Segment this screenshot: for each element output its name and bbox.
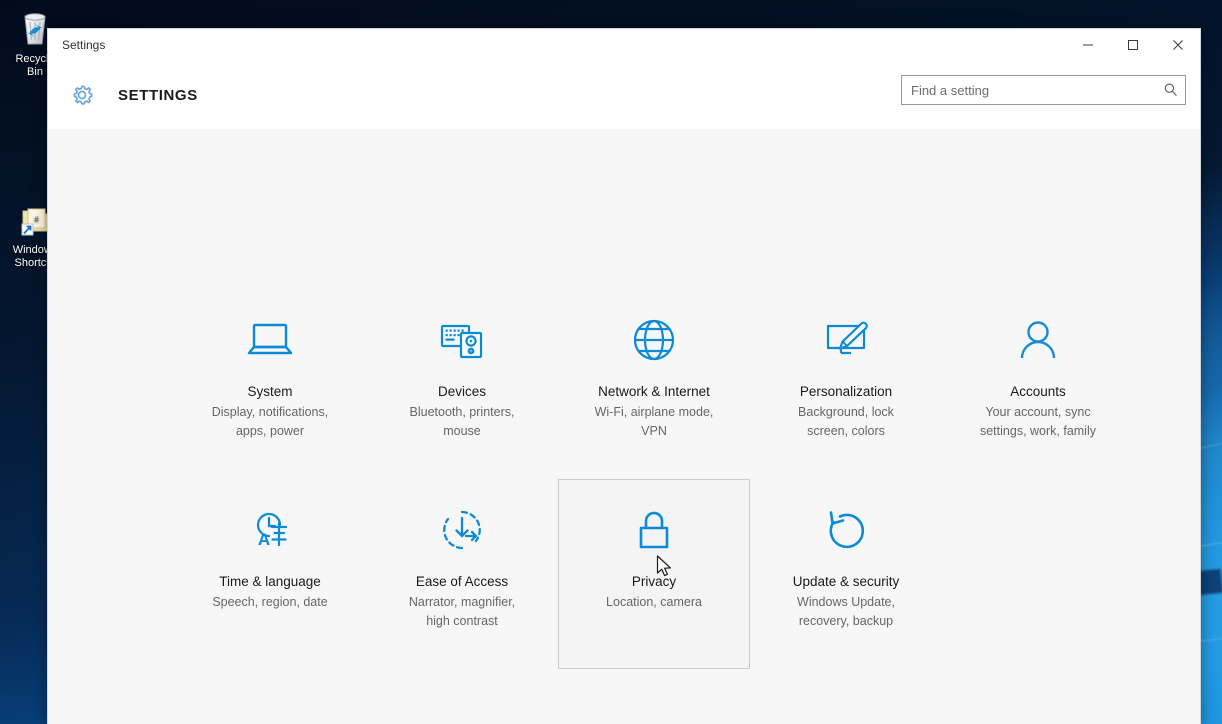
tile-title: Devices xyxy=(437,384,486,399)
window-titlebar[interactable]: Settings xyxy=(48,29,1200,61)
settings-tiles-area: System Display, notifications, apps, pow… xyxy=(48,129,1200,669)
tile-description: Your account, sync settings, work, famil… xyxy=(979,405,1096,438)
gear-icon xyxy=(60,81,104,109)
tile-update-security[interactable]: Update & security Windows Update, recove… xyxy=(750,479,942,669)
clock-arrow-icon xyxy=(433,502,491,560)
svg-text:A: A xyxy=(258,530,270,549)
tile-description: Location, camera xyxy=(606,595,702,609)
tile-description: Display, notifications, apps, power xyxy=(211,405,329,438)
tile-title: Update & security xyxy=(792,574,900,589)
window-controls xyxy=(1065,29,1200,61)
refresh-icon xyxy=(817,502,875,560)
clock-language-icon: A xyxy=(241,502,299,560)
maximize-icon xyxy=(1127,39,1139,51)
search-icon[interactable] xyxy=(1157,82,1185,98)
settings-window: Settings SETTINGS Find a setting System … xyxy=(47,28,1201,724)
window-title: Settings xyxy=(62,38,106,52)
settings-header: SETTINGS xyxy=(48,61,1200,129)
tile-system[interactable]: System Display, notifications, apps, pow… xyxy=(174,289,366,479)
tile-title: Personalization xyxy=(799,384,893,399)
tile-time-language[interactable]: A Time & language Speech, region, date xyxy=(174,479,366,669)
tile-row-1: System Display, notifications, apps, pow… xyxy=(48,289,1200,479)
monitor-brush-icon xyxy=(817,312,875,370)
tile-description: Background, lock screen, colors xyxy=(798,405,894,438)
desktop-screen: Recycle Bin # Windows Shortcut Settings xyxy=(0,0,1222,724)
tile-description: Bluetooth, printers, mouse xyxy=(409,405,515,438)
lock-icon xyxy=(625,502,683,560)
tile-row-2: A Time & language Speech, region, date E… xyxy=(48,479,1200,669)
tile-title: Accounts xyxy=(1010,384,1066,399)
tile-title: Ease of Access xyxy=(415,574,509,589)
tile-privacy[interactable]: Privacy Location, camera xyxy=(558,479,750,669)
search-input[interactable] xyxy=(902,82,1157,98)
minimize-button[interactable] xyxy=(1065,29,1110,61)
tile-title: System xyxy=(247,384,293,399)
tile-description: Speech, region, date xyxy=(212,595,328,609)
tile-title: Privacy xyxy=(631,574,677,589)
page-title: SETTINGS xyxy=(118,86,198,104)
tile-accounts[interactable]: Accounts Your account, sync settings, wo… xyxy=(942,289,1134,479)
tile-description: Wi-Fi, airplane mode, VPN xyxy=(594,405,714,438)
tile-title: Network & Internet xyxy=(598,384,710,399)
tile-network-internet[interactable]: Network & Internet Wi-Fi, airplane mode,… xyxy=(558,289,750,479)
keyboard-speaker-icon xyxy=(433,312,491,370)
search-box[interactable] xyxy=(901,75,1186,105)
tile-description: Windows Update, recovery, backup xyxy=(797,595,895,628)
tile-devices[interactable]: Devices Bluetooth, printers, mouse xyxy=(366,289,558,479)
close-icon xyxy=(1172,39,1184,51)
tile-description: Narrator, magnifier, high contrast xyxy=(408,595,516,628)
laptop-icon xyxy=(241,312,299,370)
maximize-button[interactable] xyxy=(1110,29,1155,61)
close-button[interactable] xyxy=(1155,29,1200,61)
tile-ease-of-access[interactable]: Ease of Access Narrator, magnifier, high… xyxy=(366,479,558,669)
tile-title: Time & language xyxy=(219,574,321,589)
tile-personalization[interactable]: Personalization Background, lock screen,… xyxy=(750,289,942,479)
minimize-icon xyxy=(1082,39,1094,51)
settings-brand: SETTINGS xyxy=(48,81,198,109)
globe-icon xyxy=(625,312,683,370)
svg-text:#: # xyxy=(34,215,39,224)
person-icon xyxy=(1009,312,1067,370)
